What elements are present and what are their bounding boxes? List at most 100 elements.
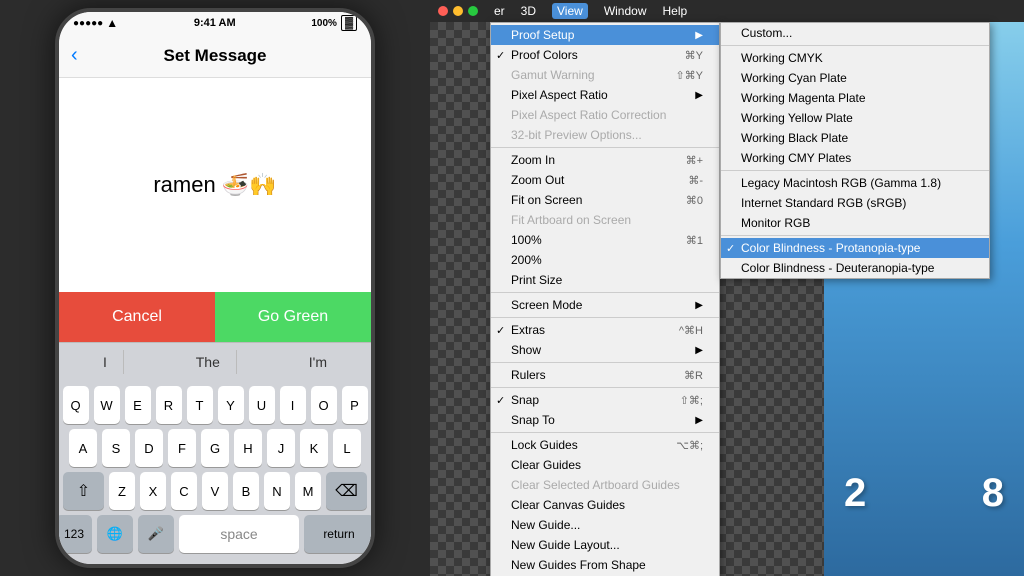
key-o[interactable]: O — [311, 386, 337, 424]
autocorrect-word-1[interactable]: I — [87, 350, 124, 374]
key-m[interactable]: M — [295, 472, 321, 510]
submenu-colorblind-protanopia[interactable]: ✓ Color Blindness - Protanopia-type — [721, 238, 989, 258]
submenu-internet-srgb[interactable]: Internet Standard RGB (sRGB) — [721, 193, 989, 213]
submenu-working-cmy[interactable]: Working CMY Plates — [721, 148, 989, 168]
key-y[interactable]: Y — [218, 386, 244, 424]
key-s[interactable]: S — [102, 429, 130, 467]
key-g[interactable]: G — [201, 429, 229, 467]
menu-item-pixel-ar-correction: Pixel Aspect Ratio Correction — [491, 105, 719, 125]
battery-icon: ▓ — [341, 15, 357, 31]
menu-item-pixel-aspect-ratio[interactable]: Pixel Aspect Ratio ▶ — [491, 85, 719, 105]
submenu-colorblind-deuteranopia[interactable]: Color Blindness - Deuteranopia-type — [721, 258, 989, 278]
key-i[interactable]: I — [280, 386, 306, 424]
go-green-button[interactable]: Go Green — [215, 292, 371, 342]
menu-item-clear-guides[interactable]: Clear Guides — [491, 455, 719, 475]
key-l[interactable]: L — [333, 429, 361, 467]
key-q[interactable]: Q — [63, 386, 89, 424]
menu-item-new-guide[interactable]: New Guide... — [491, 515, 719, 535]
num-key[interactable]: 123 — [56, 515, 92, 553]
menu-item-fit-screen[interactable]: Fit on Screen ⌘0 — [491, 190, 719, 210]
key-z[interactable]: Z — [109, 472, 135, 510]
return-key[interactable]: return — [304, 515, 374, 553]
key-a[interactable]: A — [69, 429, 97, 467]
key-n[interactable]: N — [264, 472, 290, 510]
key-v[interactable]: V — [202, 472, 228, 510]
delete-key[interactable]: ⌫ — [326, 472, 367, 510]
menu-item-screen-mode[interactable]: Screen Mode ▶ — [491, 295, 719, 315]
close-dot[interactable] — [438, 6, 448, 16]
action-buttons: Cancel Go Green — [59, 292, 371, 342]
signal-dots: ●●●●● — [73, 18, 103, 29]
key-e[interactable]: E — [125, 386, 151, 424]
cancel-button[interactable]: Cancel — [59, 292, 215, 342]
menu-item-snap[interactable]: ✓ Snap ⇧⌘; — [491, 390, 719, 410]
menu-item-100pct[interactable]: 100% ⌘1 — [491, 230, 719, 250]
key-x[interactable]: X — [140, 472, 166, 510]
key-p[interactable]: P — [342, 386, 368, 424]
menu-item-proof-setup[interactable]: Proof Setup ▶ — [491, 25, 719, 45]
key-t[interactable]: T — [187, 386, 213, 424]
mic-key[interactable]: 🎤 — [138, 515, 174, 553]
shift-key[interactable]: ⇧ — [63, 472, 104, 510]
submenu-working-magenta[interactable]: Working Magenta Plate — [721, 88, 989, 108]
phone: ●●●●● ▲ 9:41 AM 100% ▓ ‹ Set Message ram… — [55, 8, 375, 568]
submenu-legacy-mac[interactable]: Legacy Macintosh RGB (Gamma 1.8) — [721, 173, 989, 193]
message-area: ramen 🍜🙌 — [59, 78, 371, 292]
menu-item-new-guide-layout[interactable]: New Guide Layout... — [491, 535, 719, 555]
submenu-working-yellow[interactable]: Working Yellow Plate — [721, 108, 989, 128]
message-text: ramen 🍜🙌 — [153, 172, 276, 198]
autocorrect-word-2[interactable]: The — [180, 350, 237, 374]
key-w[interactable]: W — [94, 386, 120, 424]
key-u[interactable]: U — [249, 386, 275, 424]
menu-view[interactable]: View — [552, 3, 588, 19]
back-button[interactable]: ‹ — [71, 44, 78, 67]
key-c[interactable]: C — [171, 472, 197, 510]
menu-item-fit-artboard: Fit Artboard on Screen — [491, 210, 719, 230]
menu-window[interactable]: Window — [604, 4, 647, 18]
key-b[interactable]: B — [233, 472, 259, 510]
menu-item-snap-to[interactable]: Snap To ▶ — [491, 410, 719, 430]
submenu-divider-2 — [721, 170, 989, 171]
menu-item-proof-colors[interactable]: ✓ Proof Colors ⌘Y — [491, 45, 719, 65]
menu-item-zoom-out[interactable]: Zoom Out ⌘- — [491, 170, 719, 190]
submenu-monitor-rgb[interactable]: Monitor RGB — [721, 213, 989, 233]
menu-item-extras[interactable]: ✓ Extras ^⌘H — [491, 320, 719, 340]
menu-section-guides: Lock Guides ⌥⌘; Clear Guides Clear Selec… — [491, 433, 719, 576]
submenu-working-black[interactable]: Working Black Plate — [721, 128, 989, 148]
menu-item-clear-canvas-guides[interactable]: Clear Canvas Guides — [491, 495, 719, 515]
game-num-2: 8 — [982, 471, 1004, 516]
key-d[interactable]: D — [135, 429, 163, 467]
minimize-dot[interactable] — [453, 6, 463, 16]
submenu-working-cmyk[interactable]: Working CMYK — [721, 48, 989, 68]
menu-section-extras: ✓ Extras ^⌘H Show ▶ — [491, 318, 719, 363]
submenu-divider — [721, 45, 989, 46]
menu-item-show[interactable]: Show ▶ — [491, 340, 719, 360]
menu-item-print-size[interactable]: Print Size — [491, 270, 719, 290]
autocorrect-word-3[interactable]: I'm — [293, 350, 343, 374]
menu-section-rulers: Rulers ⌘R — [491, 363, 719, 388]
submenu-working-cyan[interactable]: Working Cyan Plate — [721, 68, 989, 88]
menu-section-snap: ✓ Snap ⇧⌘; Snap To ▶ — [491, 388, 719, 433]
menu-er[interactable]: er — [494, 4, 505, 18]
key-j[interactable]: J — [267, 429, 295, 467]
battery-pct: 100% — [311, 18, 337, 29]
menu-help[interactable]: Help — [663, 4, 688, 18]
key-r[interactable]: R — [156, 386, 182, 424]
globe-key[interactable]: 🌐 — [97, 515, 133, 553]
menu-item-zoom-in[interactable]: Zoom In ⌘+ — [491, 150, 719, 170]
key-f[interactable]: F — [168, 429, 196, 467]
key-k[interactable]: K — [300, 429, 328, 467]
space-key[interactable]: space — [179, 515, 299, 553]
menu-item-new-guides-from-shape[interactable]: New Guides From Shape — [491, 555, 719, 575]
key-h[interactable]: H — [234, 429, 262, 467]
menu-item-200pct[interactable]: 200% — [491, 250, 719, 270]
proof-setup-submenu: Custom... Working CMYK Working Cyan Plat… — [720, 22, 990, 279]
menu-3d[interactable]: 3D — [521, 4, 536, 18]
wifi-icon: ▲ — [106, 16, 118, 30]
fullscreen-dot[interactable] — [468, 6, 478, 16]
keyboard-row-4: 123 🌐 🎤 space return — [63, 515, 367, 553]
menu-item-lock-guides[interactable]: Lock Guides ⌥⌘; — [491, 435, 719, 455]
mac-toolbar: er 3D View Window Help — [430, 0, 1024, 22]
submenu-custom[interactable]: Custom... — [721, 23, 989, 43]
menu-item-rulers[interactable]: Rulers ⌘R — [491, 365, 719, 385]
